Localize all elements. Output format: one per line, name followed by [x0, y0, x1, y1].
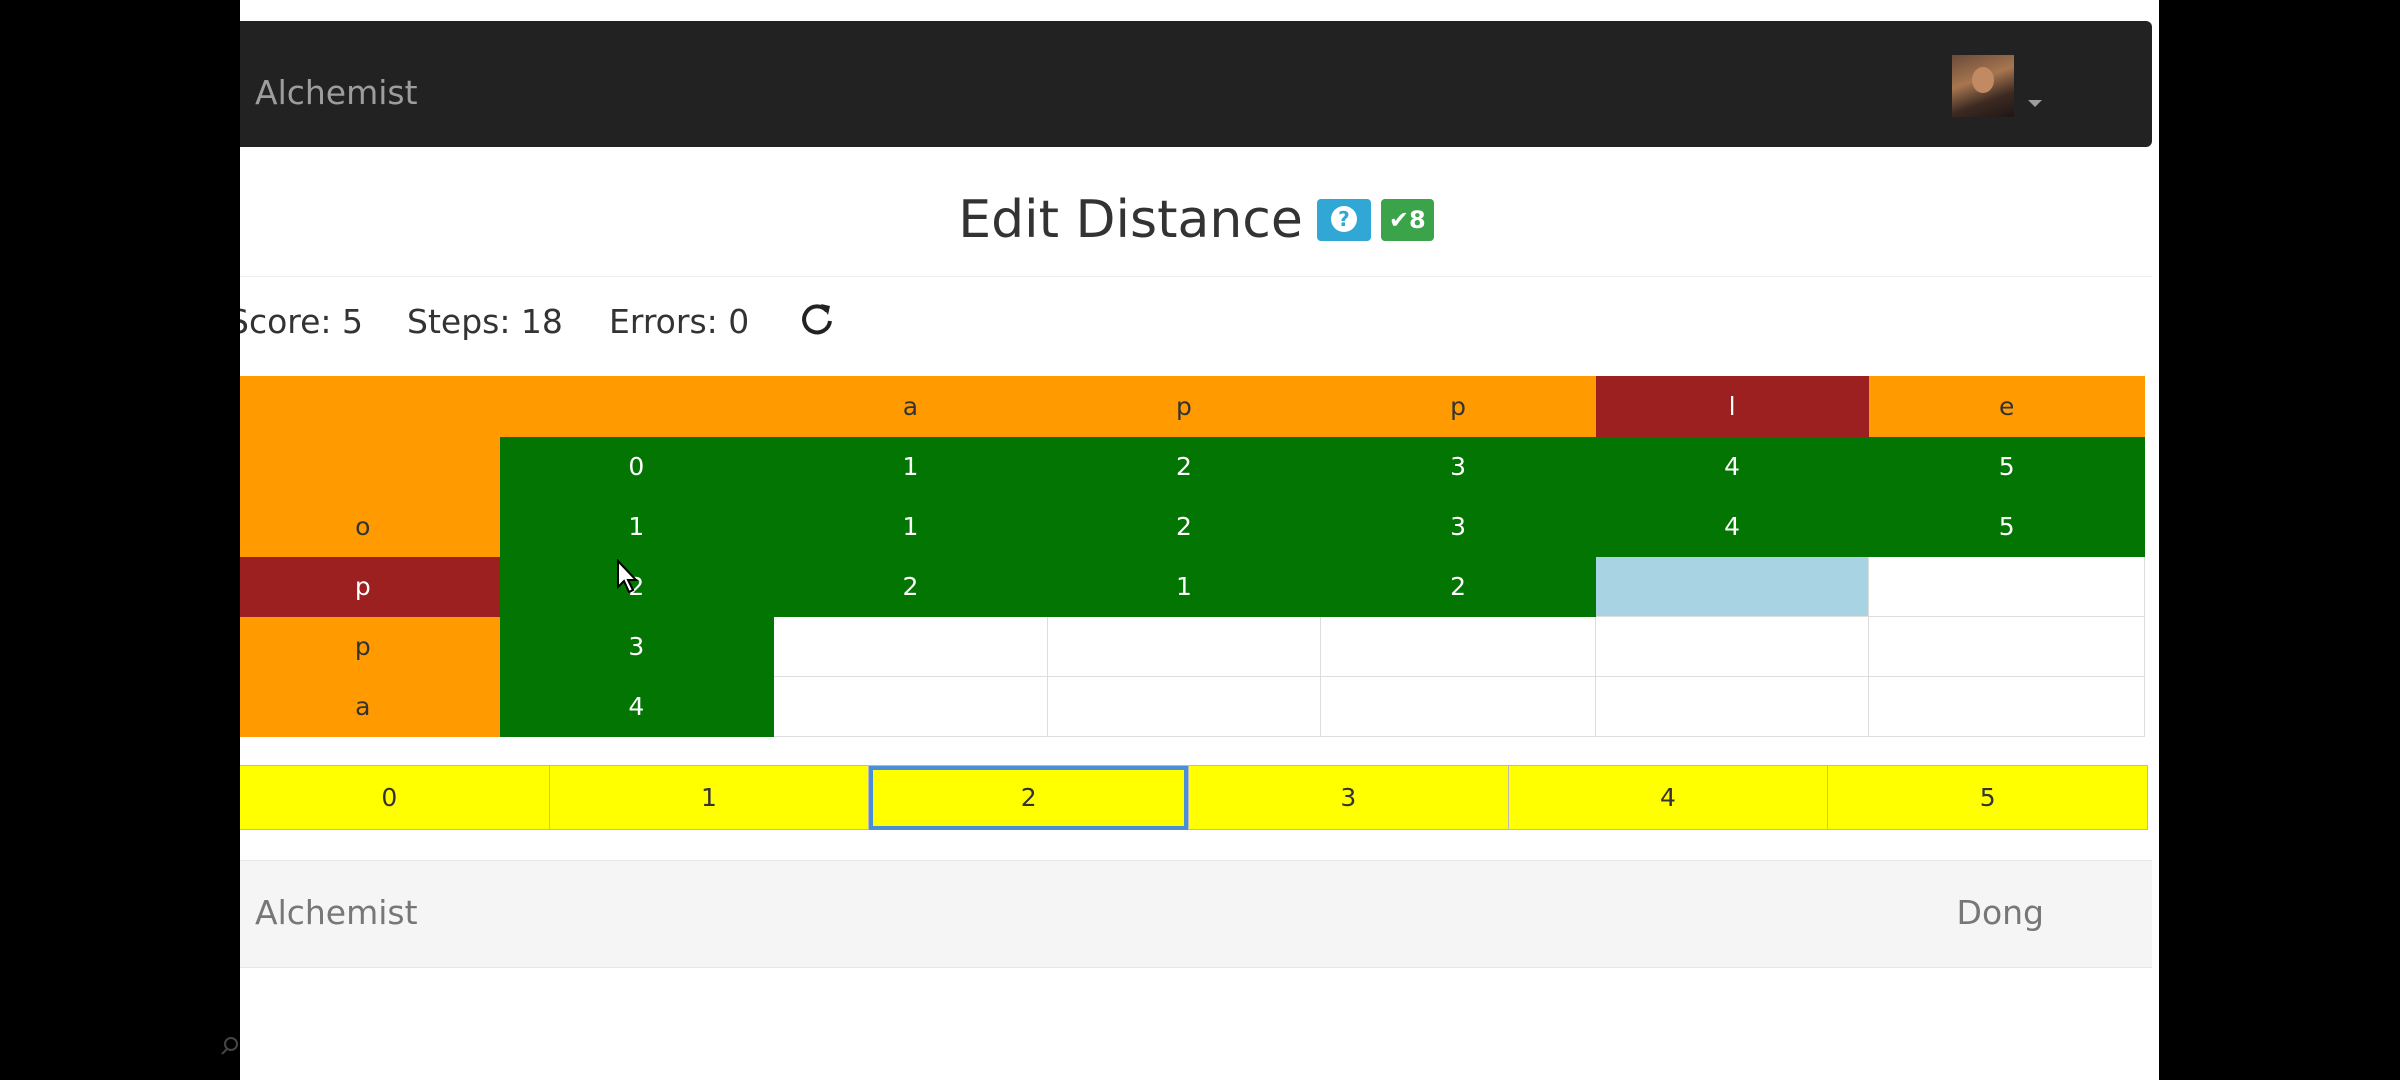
page: Alchemist Edit Distance ? ✔8 Score: 5 St… [240, 0, 2159, 1080]
solved-count-badge: ✔8 [1380, 199, 1434, 241]
header-cell: e [1868, 376, 2145, 437]
errors-text: Errors: 0 [609, 302, 750, 341]
table-cell: 0 [498, 436, 775, 497]
table-cell: 1 [773, 496, 1048, 557]
table-row: p 2 2 1 2 [240, 556, 2145, 617]
steps-text: Steps: 18 [407, 302, 563, 341]
option-button[interactable]: 4 [1507, 765, 1829, 830]
table-cell: 2 [1046, 436, 1322, 497]
option-button[interactable]: 5 [1827, 765, 2148, 830]
table-cell: 3 [1320, 436, 1596, 497]
answer-options: 0 1 2 3 4 5 [240, 765, 2148, 830]
table-cell: 3 [498, 616, 775, 677]
row-label: p [240, 616, 500, 677]
table-row: p 3 [240, 616, 2145, 677]
table-cell: 1 [773, 436, 1048, 497]
header-cell: p [1320, 376, 1596, 437]
table-cell: 3 [1320, 496, 1596, 557]
table-cell[interactable] [1594, 616, 1870, 677]
dp-table: a p p l e 0 1 2 3 4 5 o 1 1 2 3 4 5 p 2 … [240, 376, 2145, 737]
table-row: a 4 [240, 676, 2145, 737]
table-header-row: a p p l e [240, 376, 2145, 437]
table-row: o 1 1 2 3 4 5 [240, 496, 2145, 557]
header-cell [240, 376, 500, 437]
table-cell: 1 [498, 496, 775, 557]
divider [240, 276, 2152, 277]
option-button[interactable]: 1 [548, 765, 870, 830]
header-cell: p [1046, 376, 1322, 437]
table-cell[interactable] [1046, 616, 1322, 677]
table-cell: 4 [1594, 496, 1870, 557]
row-label: a [240, 676, 500, 737]
table-cell: 1 [1046, 556, 1322, 617]
table-cell[interactable] [1046, 676, 1322, 737]
option-button-selected[interactable]: 2 [868, 765, 1189, 830]
user-avatar[interactable] [1952, 55, 2014, 117]
table-cell[interactable] [1320, 616, 1596, 677]
table-cell[interactable] [773, 616, 1048, 677]
table-cell[interactable] [1320, 676, 1596, 737]
refresh-icon[interactable] [797, 299, 837, 339]
table-cell[interactable] [773, 676, 1048, 737]
table-row: 0 1 2 3 4 5 [240, 436, 2145, 497]
page-title: Edit Distance [958, 190, 1303, 250]
mouse-pointer-icon [617, 559, 639, 594]
table-cell: 4 [498, 676, 775, 737]
footer-author: Dong [1956, 893, 2044, 932]
solved-count: 8 [1409, 206, 1426, 234]
footer: Alchemist Dong [240, 860, 2152, 968]
option-button[interactable]: 0 [240, 765, 550, 830]
caret-down-icon[interactable] [2028, 100, 2042, 107]
title-row: Edit Distance ? ✔8 [240, 190, 2152, 250]
header-cell-highlighted: l [1594, 376, 1870, 437]
table-cell[interactable] [1594, 676, 1870, 737]
row-label: o [240, 496, 500, 557]
table-cell: 2 [773, 556, 1048, 617]
active-cell[interactable] [1594, 556, 1870, 617]
navbar: Alchemist [240, 21, 2152, 147]
table-cell: 2 [1320, 556, 1596, 617]
table-cell: 4 [1594, 436, 1870, 497]
table-cell: 5 [1868, 436, 2145, 497]
row-label [240, 436, 500, 497]
row-label-highlighted: p [240, 556, 500, 617]
navbar-brand[interactable]: Alchemist [255, 73, 418, 112]
option-button[interactable]: 3 [1187, 765, 1509, 830]
score-text: Score: 5 [240, 302, 364, 341]
search-icon [221, 1037, 238, 1055]
question-circle-icon[interactable]: ? [1316, 199, 1371, 241]
footer-brand: Alchemist [255, 893, 418, 932]
table-cell[interactable] [1868, 616, 2145, 677]
header-cell: a [773, 376, 1048, 437]
table-cell[interactable] [1868, 556, 2145, 617]
table-cell: 2 [1046, 496, 1322, 557]
header-cell [498, 376, 775, 437]
table-cell: 5 [1868, 496, 2145, 557]
table-cell[interactable] [1868, 676, 2145, 737]
